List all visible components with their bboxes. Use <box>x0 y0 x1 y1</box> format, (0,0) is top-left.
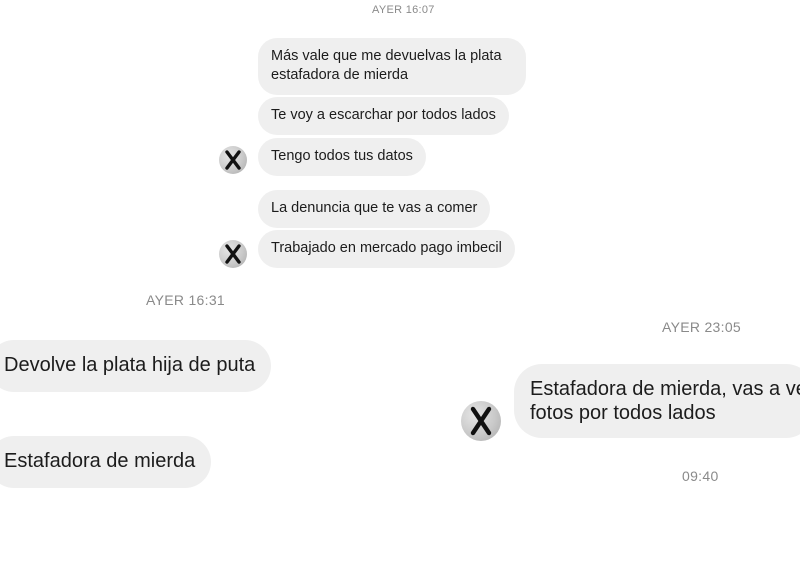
x-mark-icon <box>225 150 241 170</box>
avatar-x-icon <box>219 240 247 268</box>
avatar-x-icon <box>461 401 501 441</box>
message-text: La denuncia que te vas a comer <box>271 200 478 216</box>
message-bubble-estafadora-fotos[interactable]: Estafadora de mierda, vas a ver fotos po… <box>514 364 800 438</box>
message-text-line-2: estafadora de mierda <box>271 67 409 83</box>
timestamp-ayer-1607: AYER 16:07 <box>372 4 435 16</box>
timestamp-ayer-2305: AYER 23:05 <box>662 319 742 335</box>
message-text: Te voy a escarchar por todos lados <box>271 107 496 123</box>
message-text: Estafadora de mierda <box>4 450 196 472</box>
message-bubble-denuncia[interactable]: La denuncia que te vas a comer <box>258 190 491 228</box>
message-bubble-escarchar[interactable]: Te voy a escarchar por todos lados <box>258 97 509 135</box>
message-text: Devolve la plata hija de puta <box>4 354 256 376</box>
message-text-line-2: fotos por todos lados <box>530 402 716 424</box>
message-bubble-tengo-datos[interactable]: Tengo todos tus datos <box>258 138 426 176</box>
message-bubble-devuelvas-plata[interactable]: Más vale que me devuelvas la plata estaf… <box>258 38 526 95</box>
avatar-x-icon <box>219 146 247 174</box>
timestamp-0940: 09:40 <box>682 468 719 484</box>
message-bubble-estafadora[interactable]: Estafadora de mierda <box>0 436 212 488</box>
message-text: Trabajado en mercado pago imbecil <box>271 240 502 256</box>
x-mark-icon <box>225 244 241 264</box>
x-mark-icon <box>470 406 492 436</box>
message-text-line-1: Estafadora de mierda, vas a ver <box>530 378 800 400</box>
message-bubble-devolve-plata[interactable]: Devolve la plata hija de puta <box>0 340 272 392</box>
message-text: Tengo todos tus datos <box>271 148 413 164</box>
message-text-line-1: Más vale que me devuelvas la plata <box>271 48 502 64</box>
message-bubble-mercado-pago[interactable]: Trabajado en mercado pago imbecil <box>258 230 515 268</box>
timestamp-ayer-1631: AYER 16:31 <box>146 292 226 308</box>
